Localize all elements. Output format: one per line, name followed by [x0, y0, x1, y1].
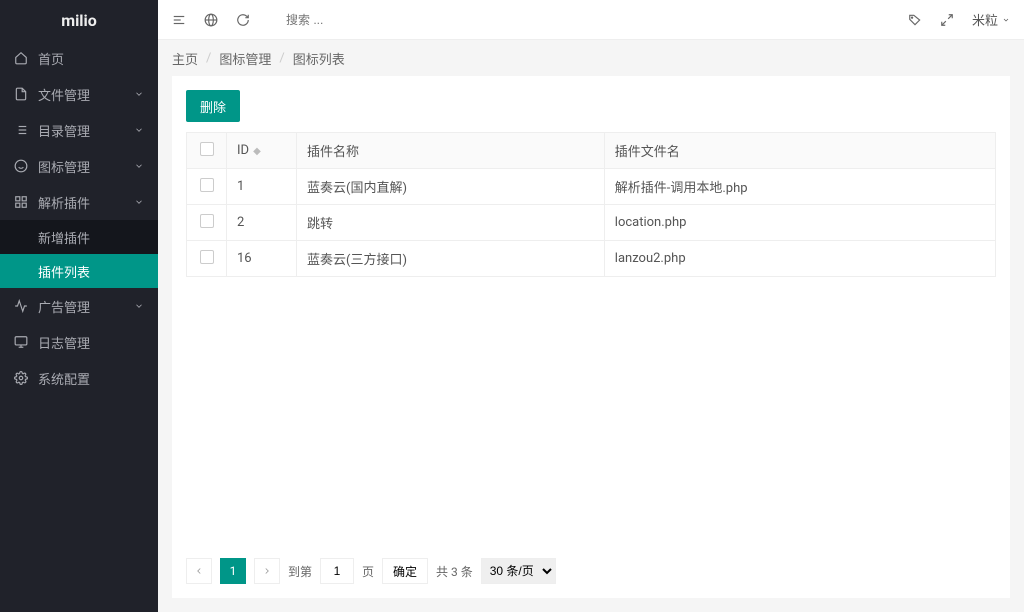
sidebar-subitem[interactable]: 新增插件 — [0, 220, 158, 254]
select-all-checkbox[interactable] — [200, 142, 214, 156]
brand-logo: milio — [0, 0, 158, 40]
table-row: 2 跳转 location.php — [187, 205, 996, 241]
cell-id: 2 — [227, 205, 297, 241]
goto-label: 到第 — [288, 563, 312, 580]
chevron-down-icon — [1002, 16, 1010, 24]
content-panel: 删除 ID ◆ 插件名称 插件文件名 1 蓝奏云(国内直解) 解析插件-调用本地.… — [172, 76, 1010, 598]
sort-icon[interactable]: ◆ — [253, 146, 261, 157]
col-name-label: 插件名称 — [297, 133, 605, 169]
top-header: 米粒 — [158, 0, 1024, 40]
pagesize-select[interactable]: 30 条/页 — [481, 558, 556, 584]
sidebar-item[interactable]: 文件管理 — [0, 76, 158, 112]
crumb-item: 图标列表 — [293, 49, 345, 68]
page-input[interactable] — [320, 558, 354, 584]
pagination: 1 到第 页 确定 共 3 条 30 条/页 — [186, 558, 996, 584]
monitor-icon — [14, 335, 28, 349]
sidebar-item[interactable]: 首页 — [0, 40, 158, 76]
sidebar-item-label: 图标管理 — [38, 157, 134, 176]
cell-file: location.php — [604, 205, 995, 241]
globe-icon[interactable] — [204, 13, 218, 27]
cell-name: 蓝奏云(国内直解) — [297, 169, 605, 205]
cell-file: lanzou2.php — [604, 241, 995, 277]
table-row: 1 蓝奏云(国内直解) 解析插件-调用本地.php — [187, 169, 996, 205]
sidebar-item-label: 目录管理 — [38, 121, 134, 140]
activity-icon — [14, 299, 28, 313]
menu-toggle-icon[interactable] — [172, 13, 186, 27]
sidebar-item[interactable]: 日志管理 — [0, 324, 158, 360]
refresh-icon[interactable] — [236, 13, 250, 27]
cell-name: 跳转 — [297, 205, 605, 241]
cell-name: 蓝奏云(三方接口) — [297, 241, 605, 277]
fullscreen-icon[interactable] — [940, 13, 954, 27]
table-row: 16 蓝奏云(三方接口) lanzou2.php — [187, 241, 996, 277]
chevron-down-icon — [134, 301, 144, 311]
sidebar-item[interactable]: 解析插件 — [0, 184, 158, 220]
next-page-button[interactable] — [254, 558, 280, 584]
sidebar-item-label: 日志管理 — [38, 333, 144, 352]
sidebar-subitem[interactable]: 插件列表 — [0, 254, 158, 288]
cell-id: 1 — [227, 169, 297, 205]
page-number-button[interactable]: 1 — [220, 558, 246, 584]
col-file-label: 插件文件名 — [604, 133, 995, 169]
sidebar-item-label: 系统配置 — [38, 369, 144, 388]
sidebar-item-label: 广告管理 — [38, 297, 134, 316]
smile-icon — [14, 159, 28, 173]
user-menu[interactable]: 米粒 — [972, 10, 1010, 29]
search-input[interactable] — [286, 13, 406, 27]
sidebar-item-label: 解析插件 — [38, 193, 134, 212]
row-checkbox[interactable] — [200, 214, 214, 228]
gear-icon — [14, 371, 28, 385]
sidebar-item[interactable]: 目录管理 — [0, 112, 158, 148]
crumb-item[interactable]: 图标管理 — [219, 49, 271, 68]
chevron-up-icon — [134, 197, 144, 207]
sidebar: milio 首页 文件管理 目录管理 图标管理 解析插件 新增插件插件列表 广告… — [0, 0, 158, 612]
chevron-down-icon — [134, 161, 144, 171]
plugin-table: ID ◆ 插件名称 插件文件名 1 蓝奏云(国内直解) 解析插件-调用本地.php… — [186, 132, 996, 277]
tag-icon[interactable] — [908, 13, 922, 27]
chevron-down-icon — [134, 125, 144, 135]
col-id-label: ID — [237, 143, 249, 158]
home-icon — [14, 51, 28, 65]
sidebar-item-label: 首页 — [38, 49, 144, 68]
total-label: 共 3 条 — [436, 563, 473, 580]
cell-id: 16 — [227, 241, 297, 277]
file-icon — [14, 87, 28, 101]
chevron-down-icon — [134, 89, 144, 99]
sidebar-item[interactable]: 广告管理 — [0, 288, 158, 324]
breadcrumb: 主页 / 图标管理 / 图标列表 — [158, 40, 1024, 76]
list-icon — [14, 123, 28, 137]
goto-confirm-button[interactable]: 确定 — [382, 558, 428, 584]
row-checkbox[interactable] — [200, 250, 214, 264]
grid-icon — [14, 195, 28, 209]
sidebar-item-label: 文件管理 — [38, 85, 134, 104]
user-name: 米粒 — [972, 10, 998, 29]
sidebar-item[interactable]: 系统配置 — [0, 360, 158, 396]
sidebar-item[interactable]: 图标管理 — [0, 148, 158, 184]
crumb-item[interactable]: 主页 — [172, 49, 198, 68]
cell-file: 解析插件-调用本地.php — [604, 169, 995, 205]
delete-button[interactable]: 删除 — [186, 90, 240, 122]
row-checkbox[interactable] — [200, 178, 214, 192]
prev-page-button[interactable] — [186, 558, 212, 584]
page-unit-label: 页 — [362, 563, 374, 580]
